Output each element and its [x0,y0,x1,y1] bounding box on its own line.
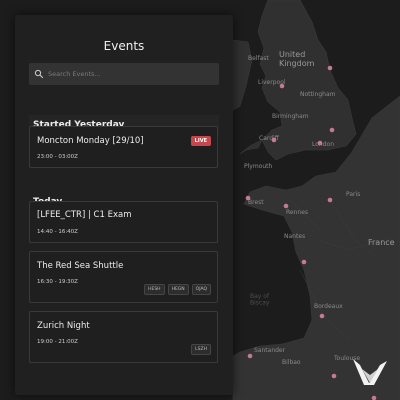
map-label-rennes: Rennes [286,209,308,216]
map-label-cardiff: Cardiff [259,135,280,142]
city-marker[interactable] [279,83,285,89]
airport-tag: HEGN [167,284,189,295]
map-label-brest: Brest [248,199,264,206]
map-label-nantes: Nantes [284,233,305,240]
city-marker[interactable] [271,137,277,143]
airport-tag: HESH [144,284,165,295]
city-marker[interactable] [327,197,333,203]
map-label-france: France [368,238,395,247]
event-card[interactable]: Zurich Night 19:00 - 21:00Z LSZH [29,311,218,363]
search-icon [34,69,44,79]
map-label-bilbao: Bilbao [282,359,301,366]
map-label-belfast: Belfast [248,55,269,62]
map-label-birmingham: Birmingham [272,113,309,120]
event-time: 16:30 - 19:30Z [37,279,78,285]
search-input[interactable] [48,70,208,78]
event-time: 23:00 - 03:00Z [37,154,78,160]
map-label-santander: Santander [254,347,286,354]
event-time: 19:00 - 21:00Z [37,339,78,345]
airport-tags: HESH HEGN OJAQ [144,284,211,295]
event-card[interactable]: The Red Sea Shuttle 16:30 - 19:30Z HESH … [29,251,218,303]
search-box[interactable] [29,63,219,85]
event-card[interactable]: [LFEE_CTR] | C1 Exam 14:40 - 16:40Z [29,201,218,243]
city-marker[interactable] [331,373,337,379]
city-marker[interactable] [247,353,253,359]
live-badge: LIVE [190,136,211,146]
logo-icon [353,359,387,385]
map-label-nottingham: Nottingham [300,91,336,98]
event-title: Moncton Monday [29/10] [37,136,144,146]
event-time: 14:40 - 16:40Z [37,229,78,235]
event-title: The Red Sea Shuttle [37,261,124,271]
airport-tag: OJAQ [191,284,211,295]
map-label-london: London [312,141,334,148]
city-marker[interactable] [317,140,323,146]
event-title: Zurich Night [37,321,90,331]
airport-tag: LSZH [191,344,211,355]
map-label-plymouth: Plymouth [244,163,273,170]
city-marker[interactable] [283,203,289,209]
event-title: [LFEE_CTR] | C1 Exam [37,210,132,220]
city-marker[interactable] [319,313,325,319]
city-marker[interactable] [245,195,251,201]
event-card[interactable]: Moncton Monday [29/10] LIVE 23:00 - 03:0… [29,126,218,168]
city-marker[interactable] [329,127,335,133]
map-label-paris: Paris [346,191,360,198]
city-marker[interactable] [301,259,307,265]
map-label-bay-of-biscay: Bay of Biscay [250,293,270,307]
panel-title: Events [103,39,145,53]
map-label-bordeaux: Bordeaux [314,303,343,310]
city-marker[interactable] [327,65,333,71]
airport-tags: LSZH [191,344,211,355]
